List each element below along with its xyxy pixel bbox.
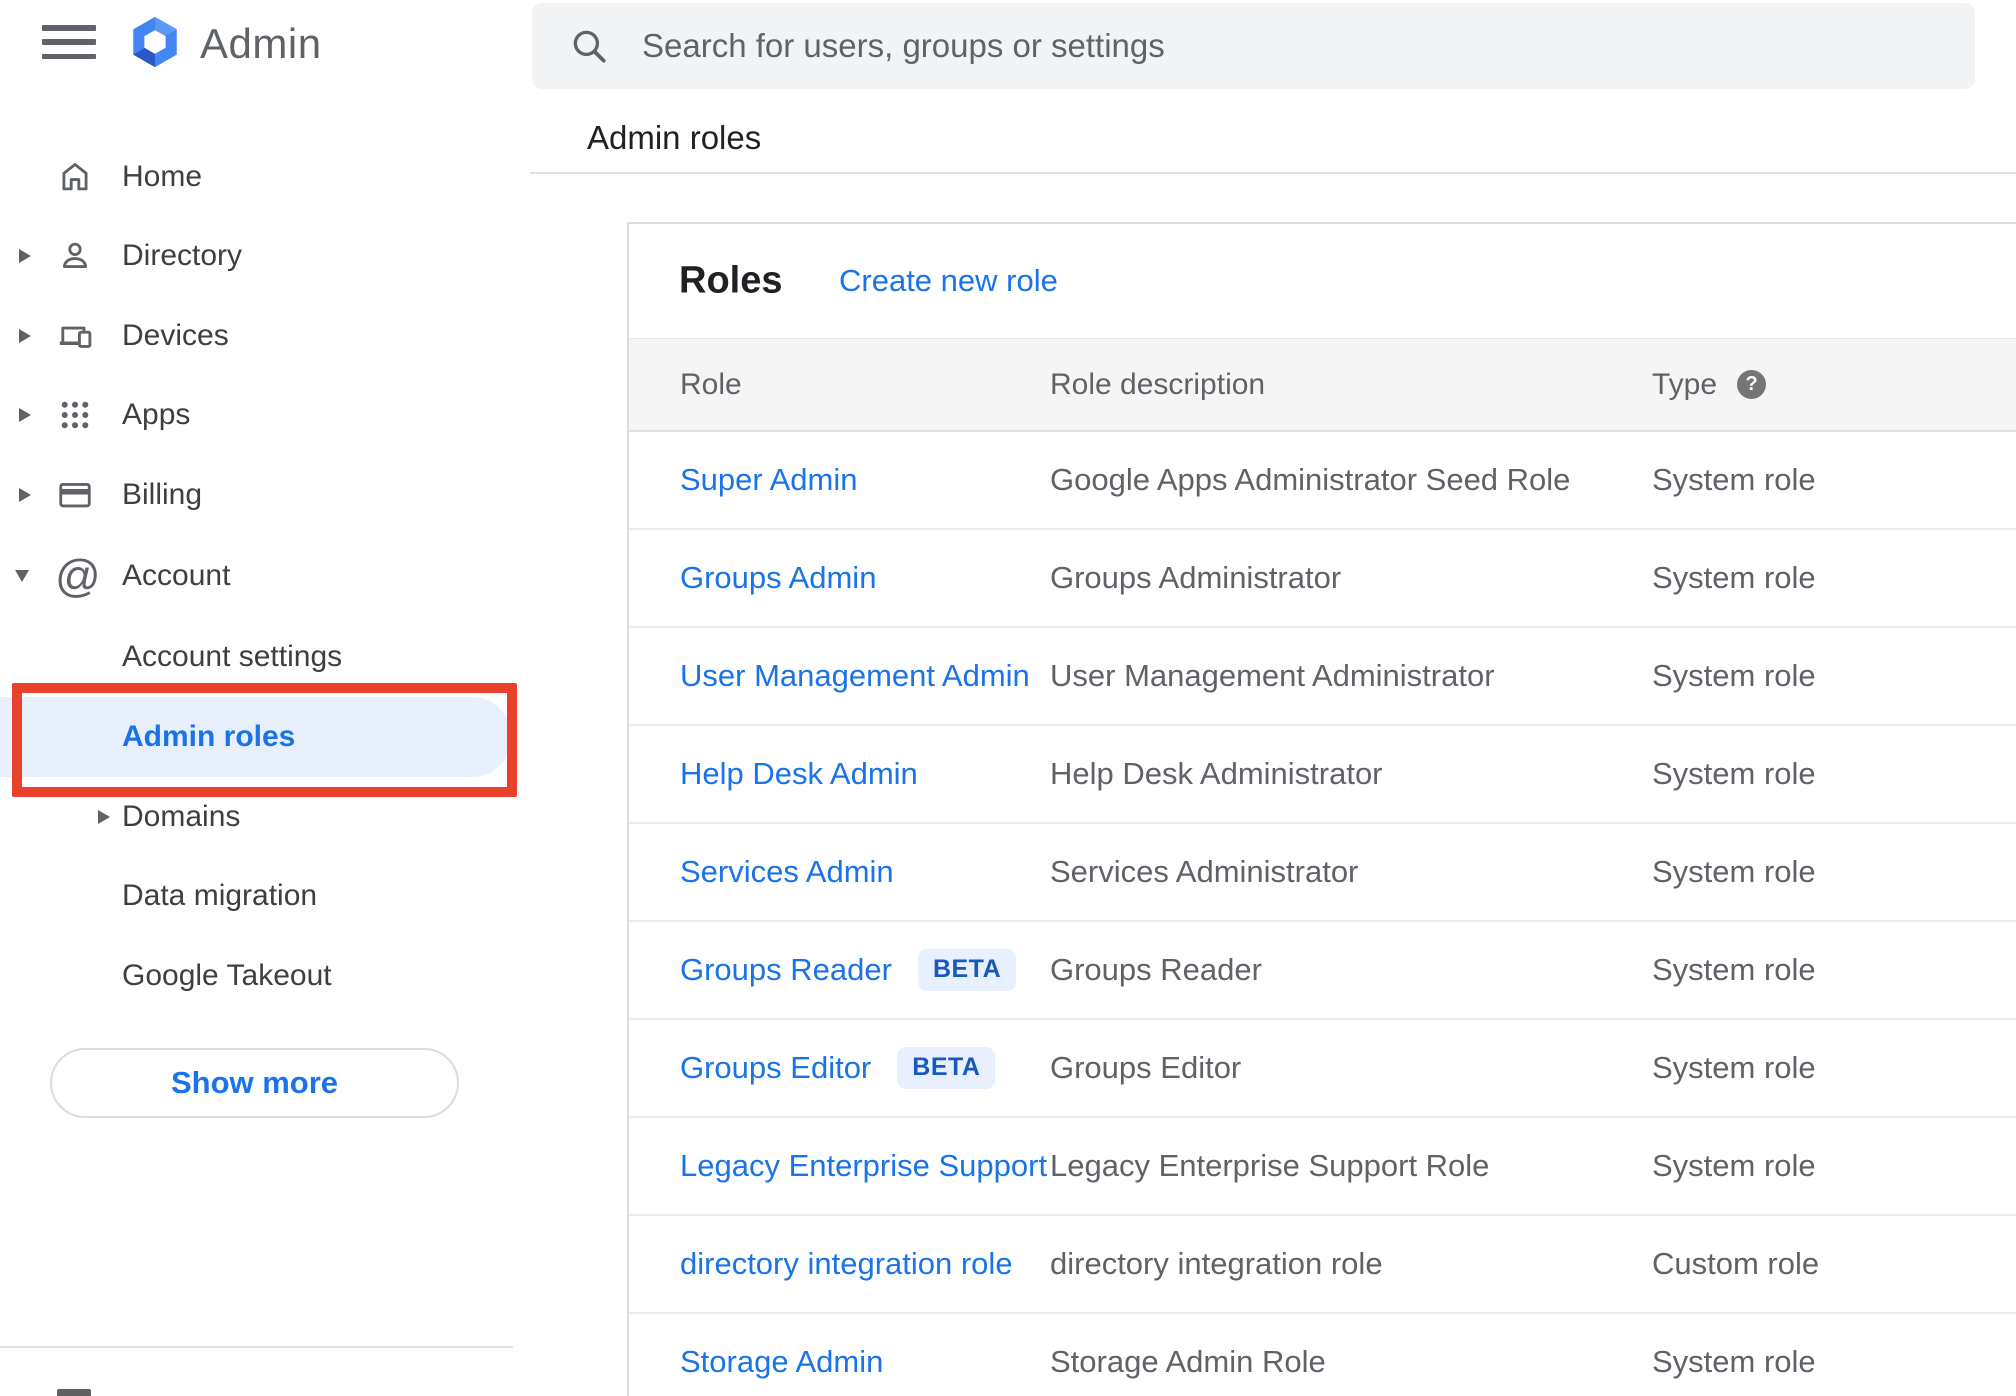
role-cell: Services Admin [680,854,894,890]
devices-icon [59,326,92,348]
roles-table-body: Super Admin Google Apps Administrator Se… [629,432,2016,1396]
expand-arrow-icon[interactable] [19,408,31,422]
sidebar-item-data-migration[interactable]: Data migration [0,856,531,936]
role-cell: directory integration role [680,1246,1013,1282]
sidebar-item-admin-roles[interactable]: Admin roles [0,697,512,777]
table-row: Storage Admin Storage Admin Role System … [629,1314,2016,1396]
show-more-button[interactable]: Show more [50,1048,459,1118]
collapse-arrow-icon[interactable] [15,570,29,582]
table-row: Groups Admin Groups Administrator System… [629,530,2016,628]
apps-grid-icon [61,401,89,429]
person-icon [62,242,88,269]
role-cell: Legacy Enterprise Support [680,1148,1047,1184]
breadcrumb: Admin roles [587,119,762,156]
role-type: System role [1652,854,1816,889]
table-row: User Management Admin User Management Ad… [629,628,2016,726]
roles-panel-header: Roles Create new role [629,224,2016,338]
role-description: Legacy Enterprise Support Role [1050,1148,1490,1183]
beta-badge: BETA [897,1047,996,1089]
header-divider [530,172,2016,174]
role-description: Services Administrator [1050,854,1359,889]
role-cell: Groups Editor BETA [680,1047,996,1089]
sidebar-item-directory[interactable]: Directory [0,216,531,296]
role-link[interactable]: User Management Admin [680,658,1030,694]
expand-arrow-icon[interactable] [98,810,110,824]
role-link[interactable]: Storage Admin [680,1344,883,1380]
column-header-description: Role description [1050,367,1266,401]
sidebar-item-google-takeout[interactable]: Google Takeout [0,936,531,1016]
sidebar-item-apps[interactable]: Apps [0,375,531,455]
beta-badge: BETA [917,949,1017,991]
table-row: directory integration role directory int… [629,1216,2016,1314]
cutoff-sidebar-icon [57,1389,91,1396]
search-bar[interactable] [532,3,1975,89]
at-sign-icon: @ [55,550,101,602]
role-type: System role [1652,756,1816,791]
sidebar-item-domains[interactable]: Domains [0,777,531,857]
panel-title: Roles [679,259,783,302]
credit-card-icon [59,482,91,508]
sidebar-item-account[interactable]: @ Account [0,536,531,616]
role-link[interactable]: directory integration role [680,1246,1013,1282]
role-link[interactable]: Legacy Enterprise Support [680,1148,1047,1184]
roles-panel: Roles Create new role Role Role descript… [627,222,2016,1396]
role-description: Groups Reader [1050,952,1262,987]
admin-logo-icon [133,16,177,68]
role-link[interactable]: Super Admin [680,462,858,498]
role-type: System role [1652,1148,1816,1183]
role-link[interactable]: Groups Editor [680,1050,871,1086]
column-header-type: Type ? [1652,367,1767,402]
role-link[interactable]: Groups Reader [680,952,892,988]
create-new-role-link[interactable]: Create new role [839,263,1058,299]
role-description: User Management Administrator [1050,658,1495,693]
home-icon [62,163,88,191]
search-input[interactable] [642,27,1892,65]
expand-arrow-icon[interactable] [19,249,31,263]
sidebar-item-devices[interactable]: Devices [0,296,531,376]
column-header-type-label: Type [1652,367,1718,401]
role-link[interactable]: Services Admin [680,854,894,890]
role-type: System role [1652,1050,1816,1085]
role-type: System role [1652,560,1816,595]
role-cell: Super Admin [680,462,858,498]
table-row: Services Admin Services Administrator Sy… [629,824,2016,922]
admin-console-screen: Admin Admin roles Home Directory Devices [0,0,2016,1396]
help-icon[interactable]: ? [1737,370,1767,399]
role-link[interactable]: Help Desk Admin [680,756,918,792]
expand-arrow-icon[interactable] [19,329,31,343]
table-row: Help Desk Admin Help Desk Administrator … [629,726,2016,824]
role-description: Groups Administrator [1050,560,1342,595]
role-cell: User Management Admin [680,658,1030,694]
app-title: Admin [200,20,322,67]
sidebar-item-account-settings[interactable]: Account settings [0,617,531,697]
sidebar-item-billing[interactable]: Billing [0,455,531,535]
role-description: directory integration role [1050,1246,1383,1281]
role-cell: Storage Admin [680,1344,883,1380]
role-type: System role [1652,1344,1816,1379]
table-row: Legacy Enterprise Support Legacy Enterpr… [629,1118,2016,1216]
role-link[interactable]: Groups Admin [680,560,876,596]
table-row: Super Admin Google Apps Administrator Se… [629,432,2016,530]
role-type: System role [1652,658,1816,693]
search-icon [573,30,606,63]
table-header-row: Role Role description Type ? [629,338,2016,432]
role-description: Google Apps Administrator Seed Role [1050,462,1571,497]
sidebar-divider [0,1346,513,1348]
role-cell: Help Desk Admin [680,756,918,792]
role-type: System role [1652,462,1816,497]
role-cell: Groups Reader BETA [680,949,1017,991]
role-description: Storage Admin Role [1050,1344,1326,1379]
role-type: System role [1652,952,1816,987]
role-type: Custom role [1652,1246,1820,1281]
role-cell: Groups Admin [680,560,876,596]
expand-arrow-icon[interactable] [19,488,31,502]
table-row: Groups Reader BETA Groups Reader System … [629,922,2016,1020]
table-row: Groups Editor BETA Groups Editor System … [629,1020,2016,1118]
role-description: Groups Editor [1050,1050,1242,1085]
sidebar-item-home[interactable]: Home [0,137,531,217]
role-description: Help Desk Administrator [1050,756,1383,791]
hamburger-menu-icon[interactable] [42,25,96,59]
column-header-role: Role [680,367,742,401]
